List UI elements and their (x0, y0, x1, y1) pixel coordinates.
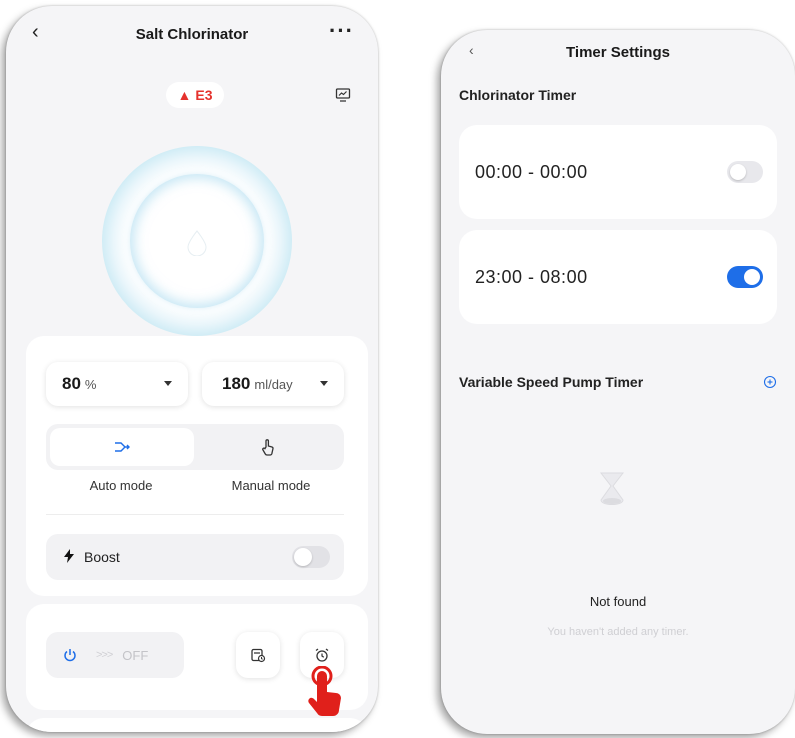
flow-arrows-icon (115, 442, 130, 452)
alarm-clock-icon (315, 648, 329, 662)
chlorinator-timer-heading: Chlorinator Timer (459, 87, 577, 103)
chevron-down-icon (320, 381, 328, 386)
mode-toggle (46, 424, 344, 470)
dose-rate-select[interactable]: 180 ml/day (202, 362, 344, 406)
error-badge[interactable]: ▲ E3 (166, 82, 224, 108)
manual-mode-button[interactable] (196, 428, 340, 466)
output-percent-select[interactable]: 80 % (46, 362, 188, 406)
empty-state-title: Not found (589, 594, 647, 609)
manual-mode-label: Manual mode (231, 478, 311, 493)
page-title: Salt Chlorinator (135, 26, 249, 43)
calendar-clock-icon (251, 648, 266, 663)
timer-toggle[interactable] (727, 266, 763, 288)
empty-box-icon (599, 472, 625, 505)
plus-circle-icon[interactable] (763, 375, 777, 389)
boost-label: Boost (84, 549, 120, 565)
power-state-label: OFF (122, 647, 149, 663)
error-code: E3 (195, 87, 213, 103)
output-unit: % (84, 376, 97, 392)
chevron-down-icon (164, 381, 172, 386)
boost-row: Boost (46, 534, 344, 580)
auto-mode-button[interactable] (50, 428, 194, 466)
timer-row[interactable]: 23:00 - 08:00 (459, 230, 777, 324)
timer-row[interactable]: 00:00 - 00:00 (459, 125, 777, 219)
tap-hand-icon (308, 666, 341, 716)
pump-timer-heading: Variable Speed Pump Timer (459, 374, 644, 390)
status-ring (102, 146, 292, 336)
timer-settings-screen: ‹ Timer Settings Chlorinator Timer 00:00… (441, 30, 795, 734)
dose-value: 180 (222, 374, 251, 393)
lightning-bolt-icon (64, 548, 74, 566)
power-switch[interactable]: >>> OFF (46, 632, 184, 678)
timer-range: 23:00 - 08:00 (475, 266, 588, 287)
empty-state-subtitle: You haven't added any timer. (547, 626, 689, 638)
monitor-chart-icon[interactable] (332, 84, 354, 106)
schedule-button[interactable] (236, 632, 280, 678)
boost-toggle[interactable] (292, 546, 330, 568)
auto-mode-label: Auto mode (89, 478, 153, 493)
divider (46, 514, 344, 515)
top-bar: ‹ Salt Chlorinator ··· (6, 16, 378, 52)
output-value: 80 (62, 374, 81, 393)
water-drop-icon (187, 230, 207, 256)
hand-touch-icon (262, 439, 274, 456)
salt-chlorinator-screen: ‹ Salt Chlorinator ··· ▲ E3 80 % 180 ml/… (6, 6, 378, 732)
timer-range: 00:00 - 00:00 (475, 161, 588, 182)
controls-card: 80 % 180 ml/day Auto mode Manual mode Bo… (26, 336, 368, 596)
timer-toggle[interactable] (727, 161, 763, 183)
page-title: Timer Settings (566, 44, 670, 61)
power-icon[interactable] (54, 639, 86, 671)
more-menu-button[interactable]: ··· (329, 18, 354, 44)
warning-triangle-icon: ▲ (177, 87, 192, 103)
slide-chevrons: >>> (96, 649, 113, 661)
top-bar: ‹ Timer Settings (441, 40, 795, 70)
dose-unit: ml/day (254, 376, 293, 392)
